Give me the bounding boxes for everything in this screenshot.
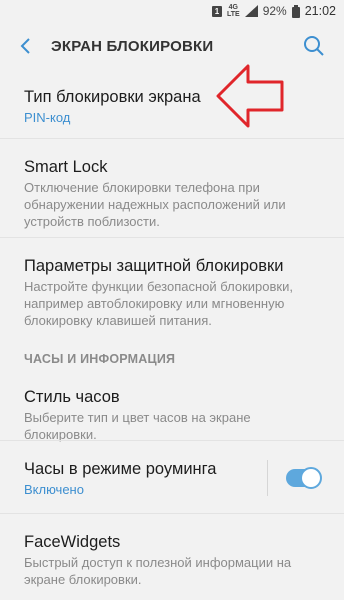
sim-badge: 1 xyxy=(211,5,222,17)
battery-icon xyxy=(291,4,300,18)
clock-style-item[interactable]: Стиль часов Выберите тип и цвет часов на… xyxy=(0,386,344,443)
facewidgets-description: Быстрый доступ к полезной информации на … xyxy=(24,555,292,587)
divider xyxy=(0,138,344,139)
status-bar: 1 4G LTE 92% 21:02 xyxy=(0,0,344,22)
roaming-clock-status: Включено xyxy=(24,482,84,497)
clock-style-description: Выберите тип и цвет часов на экране блок… xyxy=(24,410,251,442)
toggle-knob xyxy=(300,467,322,489)
network-subtype: LTE xyxy=(226,11,240,18)
roaming-clock-toggle[interactable] xyxy=(286,467,322,489)
back-button[interactable] xyxy=(13,34,37,58)
smart-lock-item[interactable]: Smart Lock Отключение блокировки телефон… xyxy=(0,156,344,230)
red-pointer-arrow-icon xyxy=(216,64,284,128)
back-arrow-icon xyxy=(20,38,30,54)
divider xyxy=(0,237,344,238)
search-icon[interactable] xyxy=(302,34,326,58)
network-indicator: 4G LTE xyxy=(227,4,240,18)
vertical-divider xyxy=(267,460,268,496)
section-header-clock-info: ЧАСЫ И ИНФОРМАЦИЯ xyxy=(24,352,176,366)
signal-icon xyxy=(244,5,258,17)
clock-style-title: Стиль часов xyxy=(24,388,120,406)
divider xyxy=(0,440,344,441)
page-title: ЭКРАН БЛОКИРОВКИ xyxy=(51,37,214,55)
smart-lock-description: Отключение блокировки телефона при обнар… xyxy=(24,180,286,229)
smart-lock-title: Smart Lock xyxy=(24,158,108,176)
divider xyxy=(0,513,344,514)
screen-lock-type-item[interactable]: Тип блокировки экрана PIN-код xyxy=(0,86,344,126)
network-type: 4G xyxy=(228,4,238,11)
facewidgets-title: FaceWidgets xyxy=(24,533,121,551)
clock: 21:02 xyxy=(304,4,336,18)
secure-lock-settings-item[interactable]: Параметры защитной блокировки Настройте … xyxy=(0,255,344,329)
facewidgets-item[interactable]: FaceWidgets Быстрый доступ к полезной ин… xyxy=(0,531,344,588)
secure-lock-settings-title: Параметры защитной блокировки xyxy=(24,257,284,275)
battery-percent: 92% xyxy=(262,4,287,18)
secure-lock-settings-description: Настройте функции безопасной блокировки,… xyxy=(24,279,293,328)
roaming-clock-title: Часы в режиме роуминга xyxy=(24,460,217,478)
app-bar: ЭКРАН БЛОКИРОВКИ xyxy=(0,22,344,70)
